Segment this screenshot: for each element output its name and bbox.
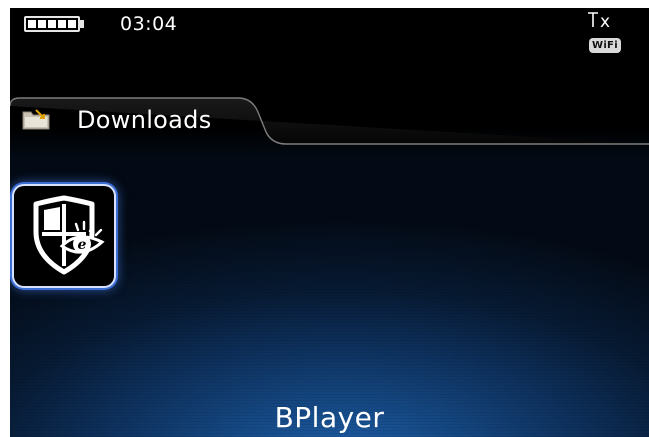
folder-tab[interactable]: Downloads <box>10 96 649 146</box>
folder-tab-label: Downloads <box>77 106 212 134</box>
svg-text:e: e <box>78 237 87 253</box>
battery-icon <box>24 16 80 32</box>
status-time: 03:04 <box>120 13 178 35</box>
battery-tip <box>80 20 84 28</box>
bplayer-app-icon[interactable]: e <box>14 186 114 286</box>
home-screen: 03:04 x WiFi Downloads e BPlayer <box>10 8 649 437</box>
signal-status-text: x <box>600 12 611 32</box>
shield-eye-icon: e <box>33 195 105 275</box>
folder-icon <box>22 108 50 130</box>
wifi-icon: WiFi <box>589 38 621 53</box>
signal-icon: x <box>588 12 610 32</box>
selected-app-name: BPlayer <box>274 401 385 434</box>
